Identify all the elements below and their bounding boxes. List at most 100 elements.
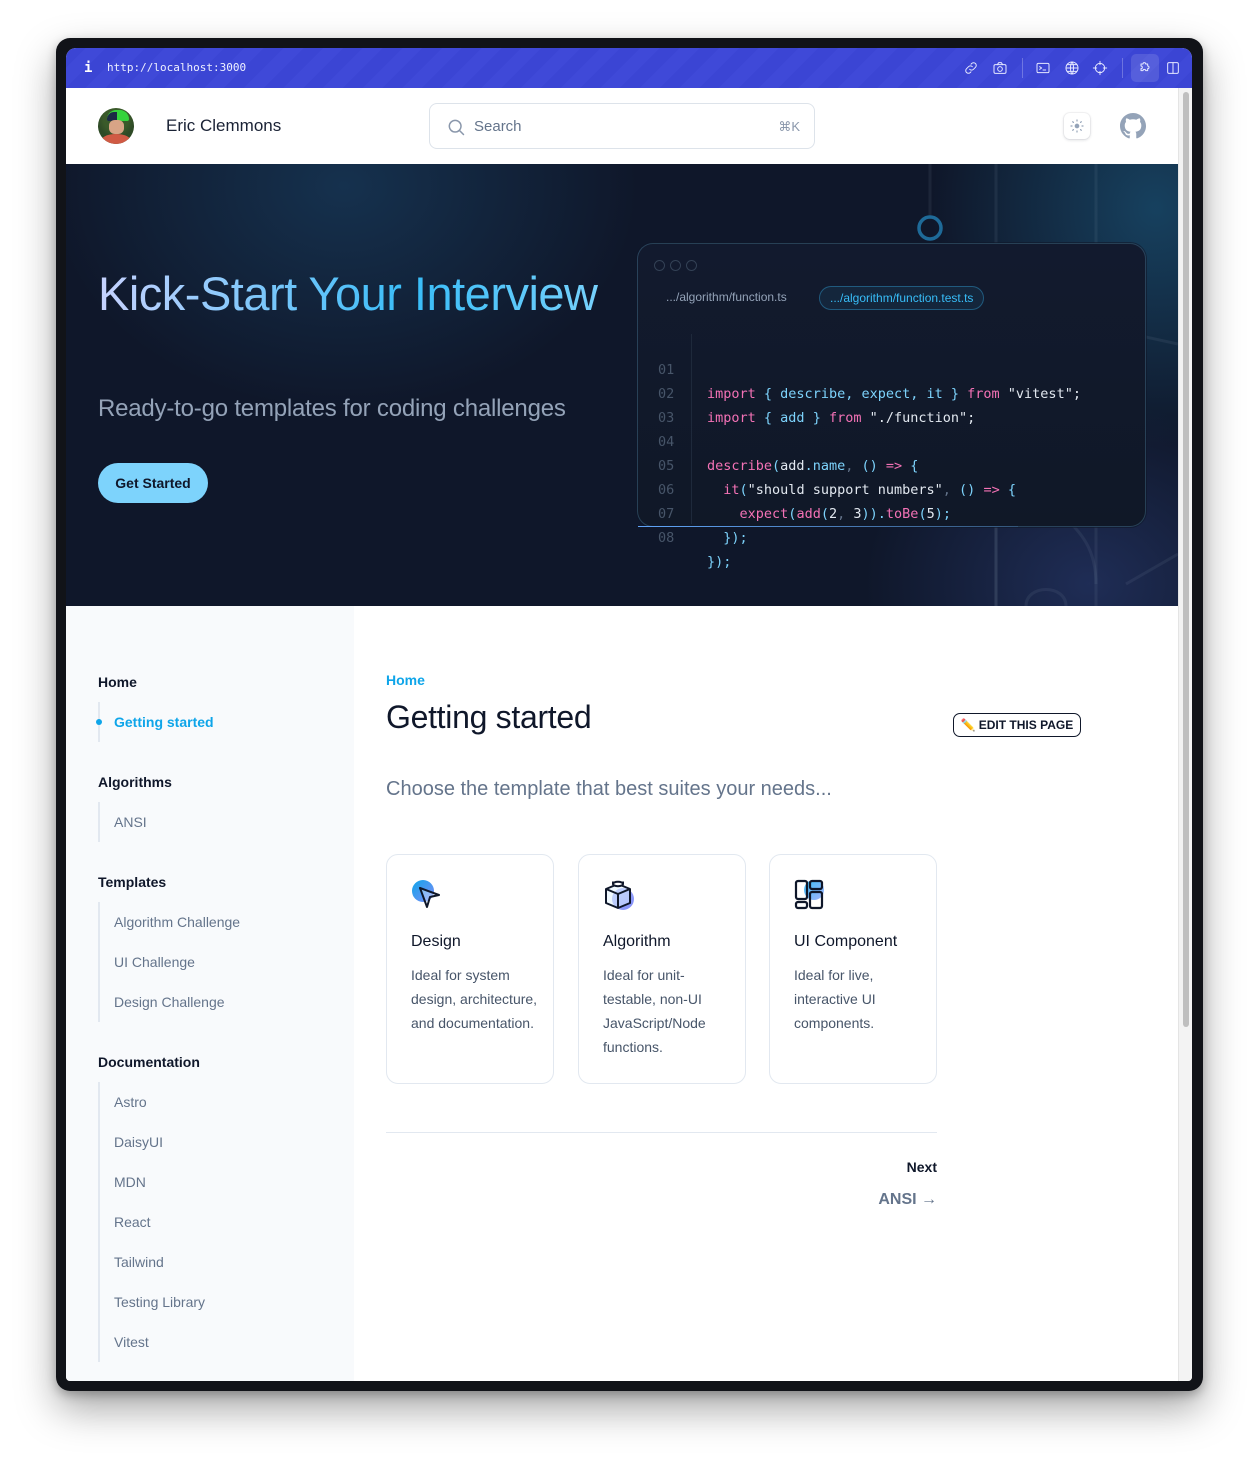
get-started-button[interactable]: Get Started xyxy=(98,463,208,503)
card-description: Ideal for live, interactive UI component… xyxy=(794,967,876,1031)
nav-list: ANSI xyxy=(98,802,172,842)
breadcrumb[interactable]: Home xyxy=(386,672,425,688)
code-line: 03 xyxy=(638,382,736,426)
search-icon xyxy=(446,117,466,137)
nav-group-title[interactable]: Home xyxy=(98,672,214,692)
page-title: Getting started xyxy=(386,699,592,735)
next-page-link[interactable]: ANSI → xyxy=(878,1191,937,1209)
code-token: from xyxy=(828,410,862,426)
edit-page-button[interactable]: ✏️ EDIT THIS PAGE xyxy=(953,713,1081,737)
code-token: , xyxy=(942,482,951,498)
code-token: 3 xyxy=(853,506,862,522)
code-token: , xyxy=(837,506,846,522)
hero-subtitle: Ready-to-go templates for coding challen… xyxy=(98,395,566,422)
search-input[interactable]: Search ⌘K xyxy=(429,103,815,149)
camera-icon[interactable] xyxy=(991,59,1009,77)
nav-group-title: Algorithms xyxy=(98,774,172,790)
sidebar-item-vitest[interactable]: Vitest xyxy=(100,1322,205,1362)
nav-list: Astro DaisyUI MDN React Tailwind Testing… xyxy=(98,1082,205,1362)
code-token: add xyxy=(780,458,805,474)
code-text: }); xyxy=(707,554,732,570)
code-token: () xyxy=(861,458,878,474)
extension-icon[interactable] xyxy=(1131,54,1159,82)
code-token: from xyxy=(967,386,1000,402)
sidebar-item-getting-started[interactable]: Getting started xyxy=(96,702,214,742)
code-text: describe(add.name, () => { xyxy=(707,454,918,478)
divider xyxy=(386,1132,937,1133)
layout-icon xyxy=(794,879,826,911)
globe-icon[interactable] xyxy=(1063,59,1081,77)
template-card-algorithm[interactable]: Algorithm Ideal for unit-testable, non-U… xyxy=(578,854,746,1084)
sidebar-item-testing-library[interactable]: Testing Library xyxy=(100,1282,205,1322)
file-tab[interactable]: .../algorithm/function.ts xyxy=(656,286,797,310)
template-card-design[interactable]: Design Ideal for system design, architec… xyxy=(386,854,554,1084)
code-token: => xyxy=(983,482,1000,498)
url-display[interactable]: http://localhost:3000 xyxy=(107,61,246,74)
web-page: Eric Clemmons Search ⌘K Kick-Start Your … xyxy=(66,88,1178,1381)
sidebar-item-astro[interactable]: Astro xyxy=(100,1082,205,1122)
hero-title: Kick-Start Your Interview xyxy=(98,266,618,322)
code-token: ( xyxy=(772,458,781,474)
scrollbar-thumb[interactable] xyxy=(1183,92,1189,1027)
cube-icon xyxy=(603,879,635,911)
sidebar-item-algorithm-challenge[interactable]: Algorithm Challenge xyxy=(100,902,240,942)
github-icon[interactable] xyxy=(1120,113,1146,139)
crosshair-icon[interactable] xyxy=(1091,59,1109,77)
terminal-icon[interactable] xyxy=(1034,59,1052,77)
code-token: expect xyxy=(739,506,789,522)
split-view-icon[interactable] xyxy=(1164,59,1182,77)
template-card-ui-component[interactable]: UI Component Ideal for live, interactive… xyxy=(769,854,937,1084)
sidebar-item-ui-challenge[interactable]: UI Challenge xyxy=(100,942,240,982)
sidebar-item-design-challenge[interactable]: Design Challenge xyxy=(100,982,240,1022)
sun-icon xyxy=(1070,119,1084,133)
toolbar-divider xyxy=(1122,58,1123,78)
code-token: , xyxy=(845,458,854,474)
code-token: { xyxy=(1007,482,1016,498)
code-line: 06 expect(add(2, 3)).toBe(5); xyxy=(638,454,951,522)
file-tab-active[interactable]: .../algorithm/function.test.ts xyxy=(819,286,985,310)
link-icon[interactable] xyxy=(962,59,980,77)
window-dot-icon xyxy=(686,260,697,271)
sidebar-nav: Home Getting started Algorithms ANSI Tem… xyxy=(66,606,354,1381)
info-icon[interactable]: i xyxy=(84,60,92,76)
avatar-face xyxy=(109,120,124,134)
search-placeholder: Search xyxy=(474,118,522,135)
card-title: UI Component xyxy=(794,933,898,950)
nav-group-algorithms: Algorithms ANSI xyxy=(98,772,172,842)
site-name[interactable]: Eric Clemmons xyxy=(166,116,281,136)
cursor-icon xyxy=(411,879,443,911)
sidebar-item-react[interactable]: React xyxy=(100,1202,205,1242)
code-text: import { describe, expect, it } from "vi… xyxy=(707,382,1081,406)
sidebar-item-mdn[interactable]: MDN xyxy=(100,1162,205,1202)
avatar-shirt xyxy=(101,134,131,144)
nav-list: Getting started xyxy=(96,702,214,742)
code-token: "should support numbers" xyxy=(747,482,943,498)
card-title: Design xyxy=(411,933,461,950)
nav-group-templates: Templates Algorithm Challenge UI Challen… xyxy=(98,872,240,1022)
code-token: { describe, expect, it } xyxy=(763,386,959,402)
sidebar-item-ansi[interactable]: ANSI xyxy=(100,802,172,842)
code-token: => xyxy=(885,458,903,474)
toolbar-divider xyxy=(1022,58,1023,78)
code-token: "vitest"; xyxy=(1007,386,1081,402)
code-token: "./function"; xyxy=(869,410,976,426)
code-token: { xyxy=(910,458,919,474)
avatar[interactable] xyxy=(98,108,134,144)
code-block: 01 import { describe, expect, it } from … xyxy=(638,334,1081,570)
code-line: 04 describe(add.name, () => { xyxy=(638,406,918,474)
line-number: 08 xyxy=(658,530,675,546)
code-token: ); xyxy=(934,506,951,522)
theme-toggle-button[interactable] xyxy=(1064,113,1090,139)
card-description: Ideal for unit-testable, non-UI JavaScri… xyxy=(603,967,706,1055)
sidebar-item-tailwind[interactable]: Tailwind xyxy=(100,1242,205,1282)
next-label: Next xyxy=(906,1159,937,1175)
browser-window: i http://localhost:3000 Eric Clemmons Se… xyxy=(66,48,1192,1381)
code-line: 08 }); xyxy=(638,502,736,570)
sidebar-item-daisyui[interactable]: DaisyUI xyxy=(100,1122,205,1162)
code-token: { add } xyxy=(763,410,821,426)
page-scrollbar[interactable] xyxy=(1178,88,1192,1381)
code-token: 5 xyxy=(926,506,935,522)
nav-group-title: Documentation xyxy=(98,1054,200,1070)
window-dot-icon xyxy=(654,260,665,271)
code-token: ( xyxy=(739,482,748,498)
